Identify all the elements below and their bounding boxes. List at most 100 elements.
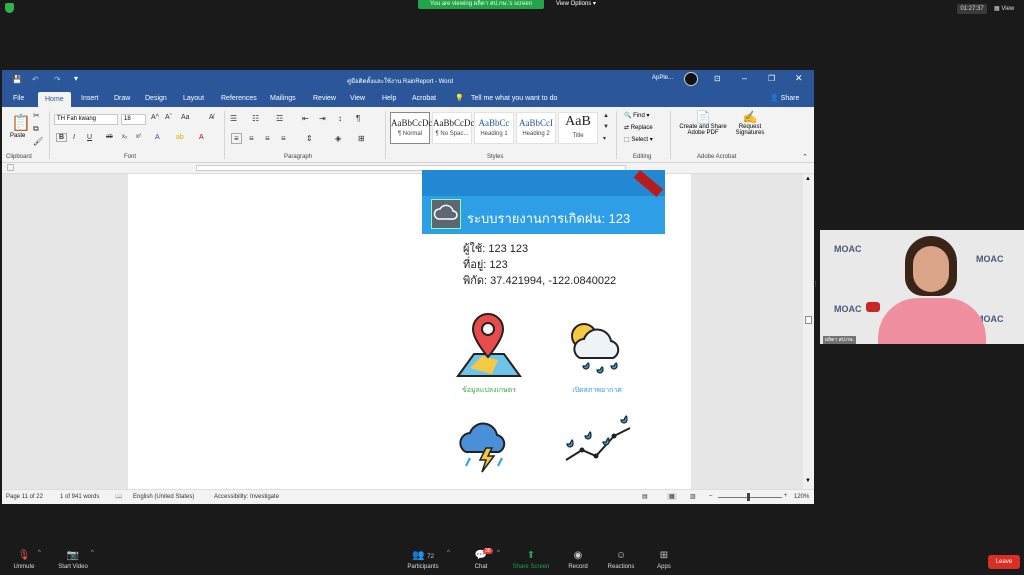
numbering-icon[interactable]: ☷ <box>252 114 259 123</box>
tab-layout[interactable]: Layout <box>183 94 204 103</box>
align-right-icon[interactable]: ≡ <box>265 134 270 143</box>
bold-icon[interactable]: B <box>56 133 68 142</box>
multilevel-list-icon[interactable]: ☲ <box>276 114 283 123</box>
restore-icon[interactable]: ❐ <box>768 74 775 83</box>
italic-icon[interactable]: I <box>73 134 75 141</box>
paste-icon[interactable]: 📋 <box>11 113 31 133</box>
ribbon-display-icon[interactable]: ⊡ <box>714 74 721 83</box>
view-options-button[interactable]: View Options ▾ <box>556 0 596 8</box>
start-video-button[interactable]: 📷 Start Video <box>54 550 92 570</box>
tab-acrobat[interactable]: Acrobat <box>412 94 436 103</box>
change-case-icon[interactable]: Aa <box>181 114 190 121</box>
unmute-button[interactable]: 🎙 Unmute <box>8 550 40 570</box>
redo-icon[interactable]: ↷ <box>54 75 61 84</box>
participants-button[interactable]: 👥 72 Participants <box>403 550 443 570</box>
close-icon[interactable]: ✕ <box>795 73 803 84</box>
increase-indent-icon[interactable]: ⇥ <box>319 114 326 123</box>
vertical-scrollbar[interactable]: ▲ ▼ <box>803 174 814 489</box>
underline-icon[interactable]: U <box>87 134 92 141</box>
select-button[interactable]: ⬚ Select ▾ <box>624 136 653 143</box>
share-screen-button[interactable]: ⬆ Share Screen <box>509 550 553 570</box>
grow-font-icon[interactable]: A^ <box>151 114 159 121</box>
style-normal[interactable]: AaBbCcDc ¶ Normal <box>390 112 433 144</box>
apps-button[interactable]: ⊞ Apps <box>648 550 680 570</box>
font-name-select[interactable]: TH Fah kwang <box>54 114 118 125</box>
weather-icon[interactable] <box>558 310 638 382</box>
style-heading-2[interactable]: AaBbCcI Heading 2 <box>516 112 556 144</box>
tab-help[interactable]: Help <box>382 94 396 103</box>
rain-graph-icon[interactable] <box>560 414 636 478</box>
justify-icon[interactable]: ≡ <box>281 134 286 143</box>
view-button[interactable]: ▦ View <box>994 4 1014 14</box>
zoom-slider[interactable] <box>718 497 782 498</box>
shading-icon[interactable]: ◈ <box>335 134 341 143</box>
scroll-thumb[interactable] <box>805 316 812 324</box>
tab-insert[interactable]: Insert <box>81 94 99 103</box>
save-icon[interactable]: 💾 <box>12 75 22 84</box>
styles-scroll-down-icon[interactable]: ▼ <box>603 124 609 130</box>
request-signatures-button[interactable]: ✍ Request Signatures <box>733 110 767 136</box>
ruler[interactable] <box>2 163 814 174</box>
undo-icon[interactable]: ↶ <box>32 75 39 84</box>
styles-more-icon[interactable]: ▾ <box>603 135 606 142</box>
align-left-icon[interactable]: ≡ <box>231 133 242 144</box>
tab-view[interactable]: View <box>350 94 365 103</box>
customize-qat-icon[interactable]: ▾ <box>74 74 78 83</box>
tab-file[interactable]: File <box>13 94 24 103</box>
scroll-down-icon[interactable]: ▼ <box>805 478 811 484</box>
map-pin-icon[interactable] <box>452 310 524 382</box>
participant-video[interactable]: MOAC MOAC MOAC MOAC ผลิตา สป.กษ. <box>820 230 1024 344</box>
strikethrough-icon[interactable]: ab <box>106 134 113 140</box>
page-count[interactable]: Page 11 of 22 <box>6 494 43 500</box>
tab-home[interactable]: Home <box>38 92 71 107</box>
video-options-icon[interactable]: ^ <box>91 550 94 556</box>
paste-button[interactable]: Paste <box>10 133 25 139</box>
chat-options-icon[interactable]: ^ <box>497 550 500 556</box>
tab-draw[interactable]: Draw <box>114 94 130 103</box>
share-button[interactable]: 👤 Share <box>770 94 799 103</box>
avatar[interactable] <box>684 72 698 86</box>
create-share-pdf-button[interactable]: 📄 Create and Share Adobe PDF <box>674 110 732 136</box>
style-title[interactable]: AaB Title <box>558 112 598 144</box>
subscript-icon[interactable]: x₂ <box>122 134 127 140</box>
borders-icon[interactable]: ⊞ <box>358 134 365 143</box>
collapse-ribbon-icon[interactable]: ⌃ <box>802 153 808 161</box>
reactions-button[interactable]: ☺ Reactions <box>603 550 639 570</box>
storm-icon[interactable] <box>452 414 524 478</box>
leave-button[interactable]: Leave <box>988 555 1020 569</box>
audio-options-icon[interactable]: ^ <box>38 550 41 556</box>
replace-button[interactable]: ⇄ Replace <box>624 124 653 131</box>
style-heading-1[interactable]: AaBbCc Heading 1 <box>474 112 514 144</box>
font-color-icon[interactable]: A <box>199 134 204 141</box>
sort-icon[interactable]: ↕ <box>338 114 342 123</box>
zoom-level[interactable]: 120% <box>794 494 809 500</box>
zoom-slider-thumb[interactable] <box>747 493 750 501</box>
format-painter-icon[interactable]: 🖌 <box>33 137 43 146</box>
tab-review[interactable]: Review <box>313 94 336 103</box>
shield-icon[interactable] <box>5 3 14 13</box>
copy-icon[interactable]: ⧉ <box>33 124 39 134</box>
minimize-icon[interactable]: – <box>742 73 747 83</box>
proofing-icon[interactable]: 📖 <box>115 493 122 500</box>
text-effects-icon[interactable]: A <box>155 134 160 141</box>
align-center-icon[interactable]: ≡ <box>249 134 254 143</box>
record-button[interactable]: ◉ Record <box>562 550 594 570</box>
shrink-font-icon[interactable]: Aˇ <box>165 114 172 121</box>
decrease-indent-icon[interactable]: ⇤ <box>302 114 309 123</box>
styles-scroll-up-icon[interactable]: ▲ <box>603 113 609 119</box>
superscript-icon[interactable]: x² <box>136 134 141 140</box>
zoom-out-icon[interactable]: – <box>709 493 712 499</box>
zoom-in-icon[interactable]: + <box>784 493 788 499</box>
cut-icon[interactable]: ✂ <box>33 111 40 120</box>
language[interactable]: English (United States) <box>133 494 194 500</box>
find-button[interactable]: 🔍 Find ▾ <box>624 112 650 119</box>
tab-mailings[interactable]: Mailings <box>270 94 296 103</box>
tell-me-box[interactable]: Tell me what you want to do <box>471 94 557 103</box>
document-page[interactable]: ระบบรายงานการเกิดฝน: 123 ผู้ใช้: 123 123… <box>128 170 691 489</box>
word-count[interactable]: 1 of 941 words <box>60 494 99 500</box>
line-spacing-icon[interactable]: ⇕ <box>306 134 313 143</box>
participants-options-icon[interactable]: ^ <box>447 550 450 556</box>
clear-formatting-icon[interactable]: A̸ <box>209 114 214 121</box>
web-layout-icon[interactable]: ▥ <box>690 493 696 500</box>
font-size-select[interactable]: 18 <box>121 114 146 125</box>
